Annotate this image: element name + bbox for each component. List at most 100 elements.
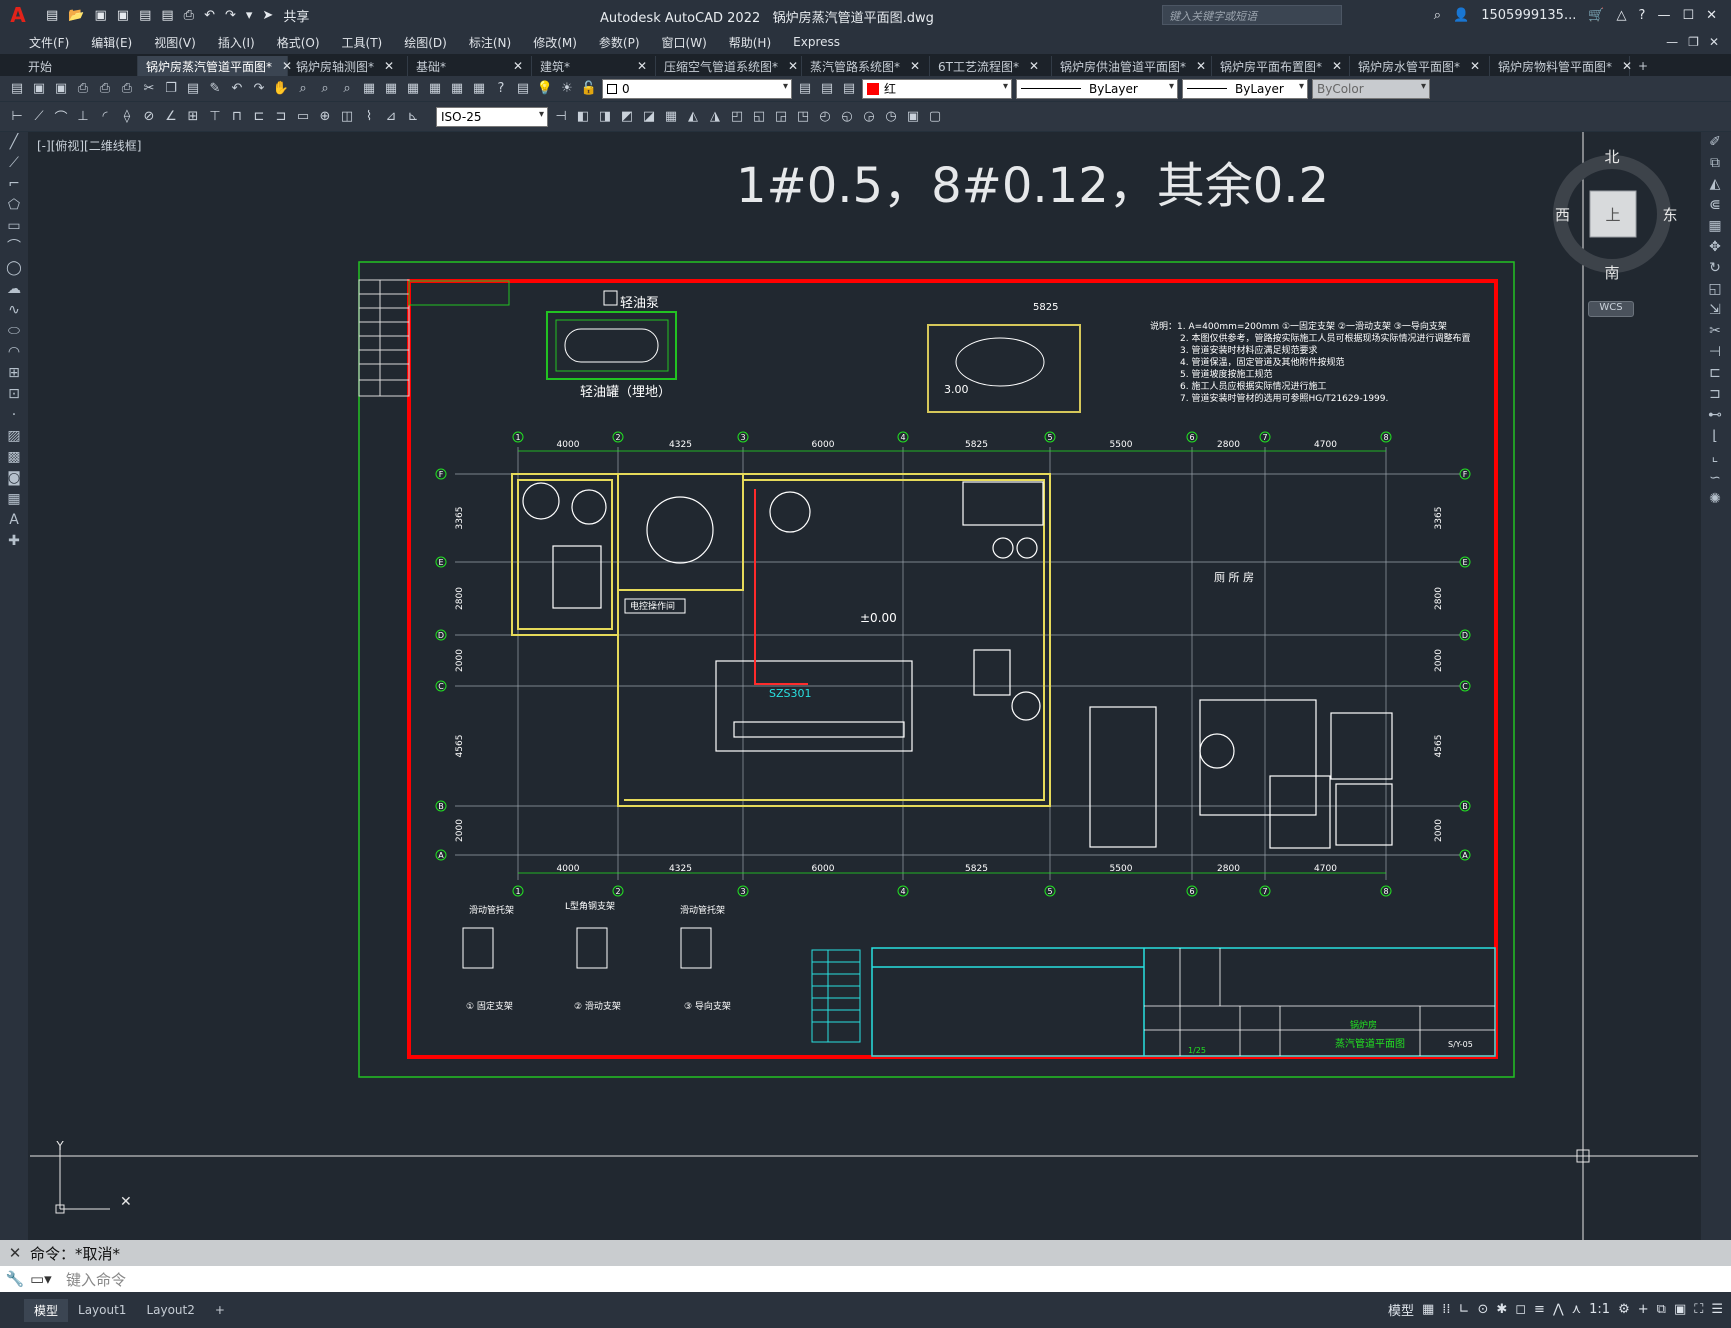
break-icon[interactable]: ⊐ — [1701, 384, 1729, 405]
obj-array-icon[interactable]: ▦ — [662, 108, 680, 126]
viewport-controls[interactable]: [-][俯视][二维线框] — [37, 137, 141, 154]
hardware-icon[interactable]: ▣ — [1674, 1302, 1686, 1317]
layer-properties-icon[interactable]: ▤ — [514, 80, 532, 98]
menu-draw[interactable]: 绘图(D) — [393, 34, 458, 51]
line-icon[interactable]: ╱ — [0, 132, 28, 153]
point-icon[interactable]: · — [0, 405, 28, 426]
search-icon[interactable]: ⌕ — [1434, 8, 1441, 23]
redo-icon[interactable]: ↷ — [250, 80, 268, 98]
user-account[interactable]: 1505999135... — [1481, 8, 1576, 23]
menu-help[interactable]: 帮助(H) — [718, 34, 782, 51]
tab-oil-supply[interactable]: 锅炉房供油管道平面图* ✕ — [1052, 56, 1212, 76]
cut-icon[interactable]: ✂ — [140, 80, 158, 98]
dim-space-icon[interactable]: ⊏ — [250, 108, 268, 126]
obj-copy-icon[interactable]: ◧ — [574, 108, 592, 126]
circle-icon[interactable]: ◯ — [0, 258, 28, 279]
obj-fillet-icon[interactable]: ◵ — [838, 108, 856, 126]
dim-arc-icon[interactable]: ⌒ — [52, 108, 70, 126]
isolate-icon[interactable]: ⧉ — [1657, 1302, 1666, 1317]
obj-offset-icon[interactable]: ◮ — [706, 108, 724, 126]
rotate-icon[interactable]: ↻ — [1701, 258, 1729, 279]
layout-tab-2[interactable]: Layout2 — [136, 1300, 204, 1320]
tolerance-icon[interactable]: ▭ — [294, 108, 312, 126]
tab-start[interactable]: 开始 — [20, 56, 138, 76]
tab-material[interactable]: 锅炉房物料管平面图* ✕ — [1490, 56, 1632, 76]
preview-icon[interactable]: ⎙ — [96, 80, 114, 98]
viewcube[interactable]: 上 北 南 东 西 WCS — [1552, 148, 1700, 317]
dimstyle-icon[interactable]: ⊣ — [552, 108, 570, 126]
gear-icon[interactable]: ⚙ — [1618, 1302, 1630, 1317]
break-point-icon[interactable]: ⊏ — [1701, 363, 1729, 384]
model-space-toggle[interactable]: 模型 — [1388, 1300, 1414, 1319]
close-icon[interactable]: ✕ — [384, 59, 394, 73]
dim-ordinate-icon[interactable]: ⊥ — [74, 108, 92, 126]
dim-edit-icon[interactable]: ⊿ — [382, 108, 400, 126]
doc-minimize-button[interactable]: — — [1666, 35, 1678, 49]
plot-icon[interactable]: ⎙ — [74, 80, 92, 98]
tab-steam-plan[interactable]: 锅炉房蒸汽管道平面图* ✕ — [138, 56, 292, 76]
gradient-icon[interactable]: ▩ — [0, 447, 28, 468]
dim-break-icon[interactable]: ⊐ — [272, 108, 290, 126]
share-button[interactable]: 共享 — [283, 6, 309, 25]
zoom-previous-icon[interactable]: ⌕ — [338, 80, 356, 98]
new-icon[interactable]: ▤ — [46, 8, 58, 23]
help-icon[interactable]: ? — [492, 80, 510, 98]
polygon-icon[interactable]: ⬠ — [0, 195, 28, 216]
add-layout-button[interactable]: + — [205, 1300, 235, 1320]
join-icon[interactable]: ⊷ — [1701, 405, 1729, 426]
qa-dropdown-icon[interactable]: ▾ — [246, 8, 253, 23]
close-icon[interactable]: ✕ — [1029, 59, 1039, 73]
undo-icon[interactable]: ↶ — [228, 80, 246, 98]
polar-icon[interactable]: ⊙ — [1477, 1302, 1488, 1317]
paste-icon[interactable]: ▤ — [184, 80, 202, 98]
zoom-window-icon[interactable]: ⌕ — [316, 80, 334, 98]
menu-edit[interactable]: 编辑(E) — [80, 34, 143, 51]
array-icon[interactable]: ▦ — [1701, 216, 1729, 237]
construction-line-icon[interactable]: ⟋ — [0, 153, 28, 174]
layer-previous-icon[interactable]: ▤ — [818, 80, 836, 98]
copy-icon[interactable]: ⧉ — [1701, 153, 1729, 174]
quick-dim-icon[interactable]: ⊞ — [184, 108, 202, 126]
command-prompt-icon[interactable]: ▭▾ — [30, 1270, 66, 1288]
spline-icon[interactable]: ∿ — [0, 300, 28, 321]
zoom-realtime-icon[interactable]: ⌕ — [294, 80, 312, 98]
layer-state-icon[interactable]: ▤ — [840, 80, 858, 98]
grid-icon[interactable]: ▦ — [1422, 1302, 1434, 1317]
close-icon[interactable]: ✕ — [1196, 59, 1206, 73]
tool-palette-icon[interactable]: ▦ — [404, 80, 422, 98]
ellipse-icon[interactable]: ⬭ — [0, 321, 28, 342]
design-center-icon[interactable]: ▦ — [382, 80, 400, 98]
mirror-icon[interactable]: ◭ — [1701, 174, 1729, 195]
make-current-icon[interactable]: ▤ — [796, 80, 814, 98]
obj-explode-icon[interactable]: ◶ — [860, 108, 878, 126]
autocad-logo[interactable]: A — [0, 0, 36, 30]
mtext-icon[interactable]: A — [0, 510, 28, 531]
erase-icon[interactable]: ✐ — [1701, 132, 1729, 153]
help-button[interactable]: ? — [1639, 8, 1646, 23]
obj-break-icon[interactable]: ◲ — [772, 108, 790, 126]
hatch-icon[interactable]: ▨ — [0, 426, 28, 447]
viewcube-west[interactable]: 西 — [1555, 206, 1570, 224]
table-icon[interactable]: ▦ — [0, 489, 28, 510]
dim-angular-icon[interactable]: ∠ — [162, 108, 180, 126]
dim-diameter-icon[interactable]: ⊘ — [140, 108, 158, 126]
polyline-icon[interactable]: ⌐ — [0, 174, 28, 195]
menu-file[interactable]: 文件(F) — [18, 34, 80, 51]
save-as-icon[interactable]: ▣ — [117, 8, 129, 23]
redo-icon[interactable]: ↷ — [225, 8, 236, 23]
a360-icon[interactable]: △ — [1617, 8, 1627, 23]
dim-jogged-icon[interactable]: ⟠ — [118, 108, 136, 126]
dim-baseline-icon[interactable]: ⊤ — [206, 108, 224, 126]
move-icon[interactable]: ✥ — [1701, 237, 1729, 258]
obj-join-icon[interactable]: ◳ — [794, 108, 812, 126]
obj-rotate-icon[interactable]: ◩ — [618, 108, 636, 126]
tab-steam-system[interactable]: 蒸汽管路系统图* ✕ — [802, 56, 930, 76]
obj-chamfer-icon[interactable]: ◴ — [816, 108, 834, 126]
viewcube-north[interactable]: 北 — [1604, 148, 1619, 166]
obj-scale-icon[interactable]: ◪ — [640, 108, 658, 126]
viewcube-east[interactable]: 东 — [1662, 206, 1677, 224]
plus-icon[interactable]: + — [1638, 1302, 1649, 1317]
tab-layout[interactable]: 锅炉房平面布置图* ✕ — [1212, 56, 1350, 76]
dim-update-icon[interactable]: ⊾ — [404, 108, 422, 126]
dimstyle-dropdown[interactable]: ISO-25 ▾ — [436, 106, 548, 127]
